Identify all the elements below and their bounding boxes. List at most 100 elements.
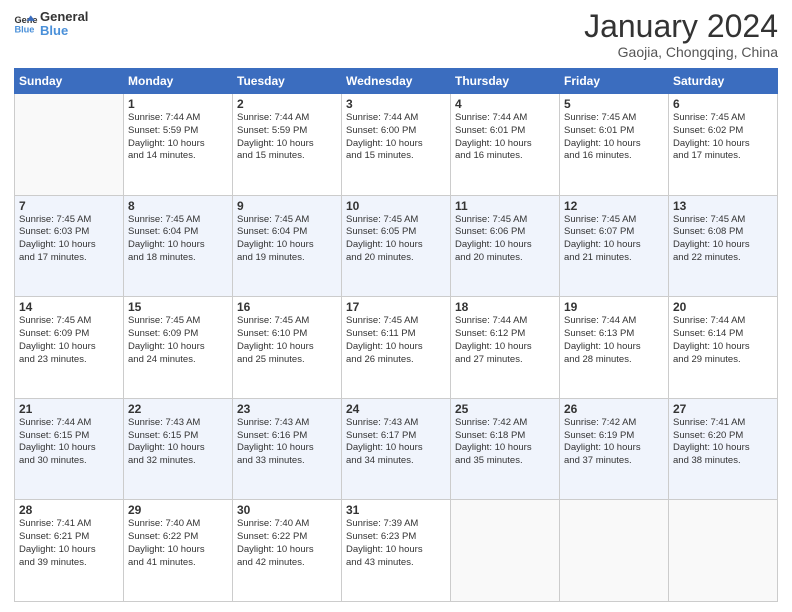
day-info: Sunrise: 7:40 AM Sunset: 6:22 PM Dayligh…	[237, 518, 337, 569]
header-tuesday: Tuesday	[233, 69, 342, 94]
day-cell: 7Sunrise: 7:45 AM Sunset: 6:03 PM Daylig…	[15, 195, 124, 297]
day-cell: 23Sunrise: 7:43 AM Sunset: 6:16 PM Dayli…	[233, 398, 342, 500]
day-cell: 29Sunrise: 7:40 AM Sunset: 6:22 PM Dayli…	[124, 500, 233, 602]
header-thursday: Thursday	[451, 69, 560, 94]
day-number: 26	[564, 402, 664, 416]
day-cell	[669, 500, 778, 602]
day-number: 4	[455, 97, 555, 111]
day-info: Sunrise: 7:42 AM Sunset: 6:18 PM Dayligh…	[455, 417, 555, 468]
day-info: Sunrise: 7:45 AM Sunset: 6:01 PM Dayligh…	[564, 112, 664, 163]
day-info: Sunrise: 7:44 AM Sunset: 6:12 PM Dayligh…	[455, 315, 555, 366]
week-row-1: 1Sunrise: 7:44 AM Sunset: 5:59 PM Daylig…	[15, 94, 778, 196]
header-row: SundayMondayTuesdayWednesdayThursdayFrid…	[15, 69, 778, 94]
day-info: Sunrise: 7:43 AM Sunset: 6:15 PM Dayligh…	[128, 417, 228, 468]
day-number: 12	[564, 199, 664, 213]
day-number: 13	[673, 199, 773, 213]
day-info: Sunrise: 7:45 AM Sunset: 6:09 PM Dayligh…	[19, 315, 119, 366]
day-cell: 27Sunrise: 7:41 AM Sunset: 6:20 PM Dayli…	[669, 398, 778, 500]
day-cell: 31Sunrise: 7:39 AM Sunset: 6:23 PM Dayli…	[342, 500, 451, 602]
day-cell: 14Sunrise: 7:45 AM Sunset: 6:09 PM Dayli…	[15, 297, 124, 399]
day-number: 29	[128, 503, 228, 517]
day-number: 17	[346, 300, 446, 314]
day-info: Sunrise: 7:45 AM Sunset: 6:04 PM Dayligh…	[128, 214, 228, 265]
day-info: Sunrise: 7:44 AM Sunset: 6:15 PM Dayligh…	[19, 417, 119, 468]
day-cell	[15, 94, 124, 196]
day-number: 24	[346, 402, 446, 416]
day-info: Sunrise: 7:44 AM Sunset: 5:59 PM Dayligh…	[128, 112, 228, 163]
title-section: January 2024 Gaojia, Chongqing, China	[584, 10, 778, 60]
logo-icon: General Blue	[14, 14, 38, 34]
day-cell: 5Sunrise: 7:45 AM Sunset: 6:01 PM Daylig…	[560, 94, 669, 196]
day-cell: 12Sunrise: 7:45 AM Sunset: 6:07 PM Dayli…	[560, 195, 669, 297]
day-cell: 3Sunrise: 7:44 AM Sunset: 6:00 PM Daylig…	[342, 94, 451, 196]
day-cell: 6Sunrise: 7:45 AM Sunset: 6:02 PM Daylig…	[669, 94, 778, 196]
day-number: 8	[128, 199, 228, 213]
day-number: 5	[564, 97, 664, 111]
day-info: Sunrise: 7:39 AM Sunset: 6:23 PM Dayligh…	[346, 518, 446, 569]
day-cell: 28Sunrise: 7:41 AM Sunset: 6:21 PM Dayli…	[15, 500, 124, 602]
week-row-4: 21Sunrise: 7:44 AM Sunset: 6:15 PM Dayli…	[15, 398, 778, 500]
day-cell: 9Sunrise: 7:45 AM Sunset: 6:04 PM Daylig…	[233, 195, 342, 297]
week-row-3: 14Sunrise: 7:45 AM Sunset: 6:09 PM Dayli…	[15, 297, 778, 399]
day-number: 25	[455, 402, 555, 416]
day-cell: 2Sunrise: 7:44 AM Sunset: 5:59 PM Daylig…	[233, 94, 342, 196]
day-number: 21	[19, 402, 119, 416]
calendar-title: January 2024	[584, 10, 778, 42]
day-info: Sunrise: 7:45 AM Sunset: 6:04 PM Dayligh…	[237, 214, 337, 265]
day-cell: 26Sunrise: 7:42 AM Sunset: 6:19 PM Dayli…	[560, 398, 669, 500]
day-cell: 30Sunrise: 7:40 AM Sunset: 6:22 PM Dayli…	[233, 500, 342, 602]
day-number: 10	[346, 199, 446, 213]
day-number: 23	[237, 402, 337, 416]
logo: General Blue General Blue	[14, 10, 88, 39]
day-number: 2	[237, 97, 337, 111]
day-number: 1	[128, 97, 228, 111]
day-info: Sunrise: 7:44 AM Sunset: 6:13 PM Dayligh…	[564, 315, 664, 366]
day-cell	[451, 500, 560, 602]
header-monday: Monday	[124, 69, 233, 94]
day-cell: 20Sunrise: 7:44 AM Sunset: 6:14 PM Dayli…	[669, 297, 778, 399]
day-cell: 24Sunrise: 7:43 AM Sunset: 6:17 PM Dayli…	[342, 398, 451, 500]
day-number: 6	[673, 97, 773, 111]
day-info: Sunrise: 7:40 AM Sunset: 6:22 PM Dayligh…	[128, 518, 228, 569]
day-info: Sunrise: 7:45 AM Sunset: 6:11 PM Dayligh…	[346, 315, 446, 366]
svg-text:Blue: Blue	[14, 25, 34, 35]
header-wednesday: Wednesday	[342, 69, 451, 94]
day-cell: 13Sunrise: 7:45 AM Sunset: 6:08 PM Dayli…	[669, 195, 778, 297]
day-number: 3	[346, 97, 446, 111]
day-info: Sunrise: 7:44 AM Sunset: 6:00 PM Dayligh…	[346, 112, 446, 163]
day-info: Sunrise: 7:45 AM Sunset: 6:02 PM Dayligh…	[673, 112, 773, 163]
logo-line1: General	[40, 10, 88, 24]
header-sunday: Sunday	[15, 69, 124, 94]
header: General Blue General Blue January 2024 G…	[14, 10, 778, 60]
day-info: Sunrise: 7:45 AM Sunset: 6:08 PM Dayligh…	[673, 214, 773, 265]
day-info: Sunrise: 7:44 AM Sunset: 5:59 PM Dayligh…	[237, 112, 337, 163]
day-cell: 8Sunrise: 7:45 AM Sunset: 6:04 PM Daylig…	[124, 195, 233, 297]
day-cell: 18Sunrise: 7:44 AM Sunset: 6:12 PM Dayli…	[451, 297, 560, 399]
day-number: 18	[455, 300, 555, 314]
week-row-5: 28Sunrise: 7:41 AM Sunset: 6:21 PM Dayli…	[15, 500, 778, 602]
day-number: 9	[237, 199, 337, 213]
day-info: Sunrise: 7:43 AM Sunset: 6:16 PM Dayligh…	[237, 417, 337, 468]
day-number: 19	[564, 300, 664, 314]
day-info: Sunrise: 7:45 AM Sunset: 6:03 PM Dayligh…	[19, 214, 119, 265]
day-cell: 17Sunrise: 7:45 AM Sunset: 6:11 PM Dayli…	[342, 297, 451, 399]
day-number: 28	[19, 503, 119, 517]
day-cell: 10Sunrise: 7:45 AM Sunset: 6:05 PM Dayli…	[342, 195, 451, 297]
day-info: Sunrise: 7:41 AM Sunset: 6:21 PM Dayligh…	[19, 518, 119, 569]
day-info: Sunrise: 7:44 AM Sunset: 6:14 PM Dayligh…	[673, 315, 773, 366]
day-info: Sunrise: 7:45 AM Sunset: 6:10 PM Dayligh…	[237, 315, 337, 366]
day-cell: 11Sunrise: 7:45 AM Sunset: 6:06 PM Dayli…	[451, 195, 560, 297]
day-info: Sunrise: 7:45 AM Sunset: 6:06 PM Dayligh…	[455, 214, 555, 265]
day-number: 31	[346, 503, 446, 517]
day-number: 11	[455, 199, 555, 213]
day-info: Sunrise: 7:43 AM Sunset: 6:17 PM Dayligh…	[346, 417, 446, 468]
day-number: 30	[237, 503, 337, 517]
day-cell: 21Sunrise: 7:44 AM Sunset: 6:15 PM Dayli…	[15, 398, 124, 500]
calendar-page: General Blue General Blue January 2024 G…	[0, 0, 792, 612]
header-saturday: Saturday	[669, 69, 778, 94]
day-info: Sunrise: 7:44 AM Sunset: 6:01 PM Dayligh…	[455, 112, 555, 163]
day-cell	[560, 500, 669, 602]
day-cell: 19Sunrise: 7:44 AM Sunset: 6:13 PM Dayli…	[560, 297, 669, 399]
calendar-table: SundayMondayTuesdayWednesdayThursdayFrid…	[14, 68, 778, 602]
day-cell: 16Sunrise: 7:45 AM Sunset: 6:10 PM Dayli…	[233, 297, 342, 399]
